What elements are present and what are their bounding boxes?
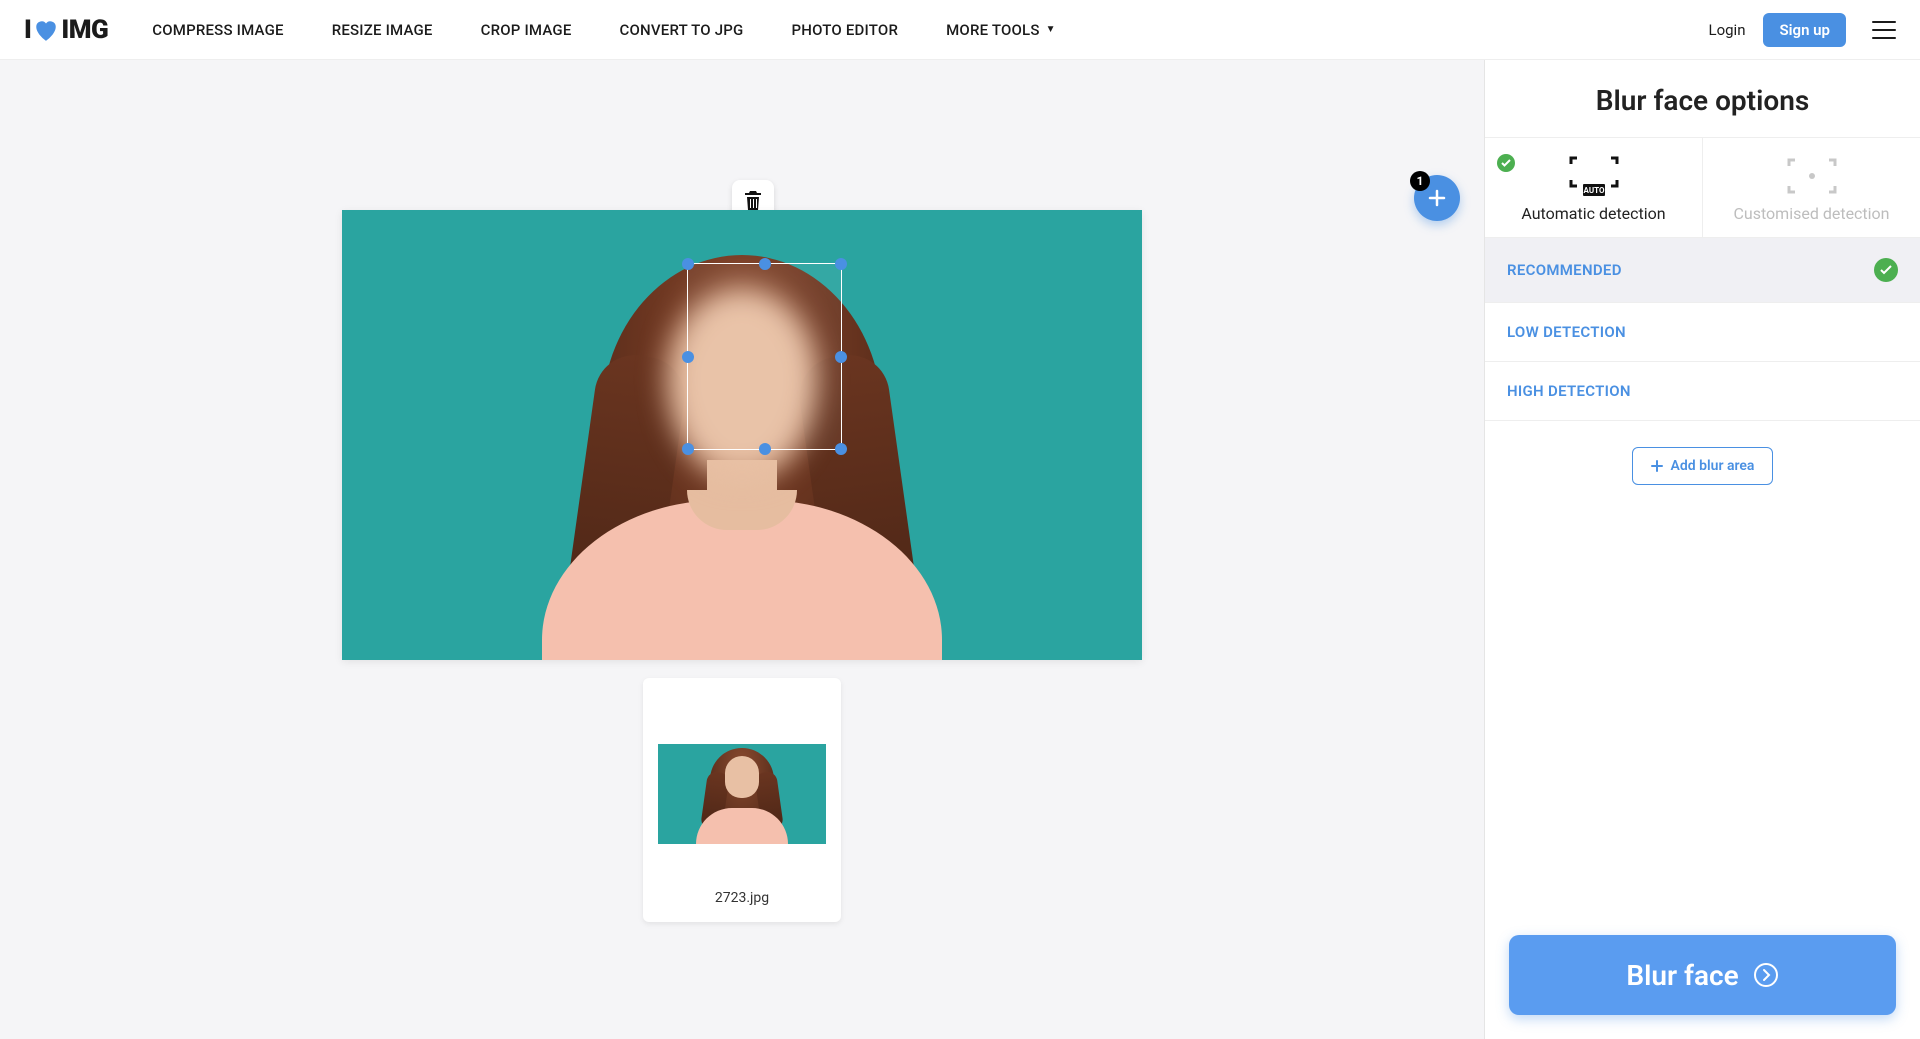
nav-resize[interactable]: RESIZE IMAGE: [332, 21, 433, 39]
options-sidebar: Blur face options AUTO Automatic detecti…: [1484, 60, 1920, 1039]
resize-handle-mr[interactable]: [835, 351, 847, 363]
resize-handle-tc[interactable]: [759, 258, 771, 270]
auto-detection-icon: AUTO: [1485, 156, 1702, 196]
chevron-down-icon: ▼: [1046, 24, 1056, 35]
sidebar-title: Blur face options: [1485, 60, 1920, 137]
svg-text:AUTO: AUTO: [1583, 186, 1604, 195]
tab-automatic-detection[interactable]: AUTO Automatic detection: [1485, 138, 1702, 237]
add-blur-area-button[interactable]: Add blur area: [1632, 447, 1774, 485]
heart-icon: [33, 18, 59, 42]
level-low-label: LOW DETECTION: [1507, 323, 1626, 341]
nav-more[interactable]: MORE TOOLS▼: [946, 21, 1056, 39]
trash-icon: [744, 191, 762, 211]
nav-convert[interactable]: CONVERT TO JPG: [620, 21, 744, 39]
nav-editor[interactable]: PHOTO EDITOR: [791, 21, 898, 39]
resize-handle-tr[interactable]: [835, 258, 847, 270]
level-low[interactable]: LOW DETECTION: [1485, 303, 1920, 362]
signup-button[interactable]: Sign up: [1763, 13, 1846, 47]
tab-custom-label: Customised detection: [1733, 204, 1889, 223]
plus-icon: [1426, 187, 1448, 209]
arrow-right-circle-icon: [1753, 962, 1779, 988]
level-high[interactable]: HIGH DETECTION: [1485, 362, 1920, 421]
level-recommended-label: RECOMMENDED: [1507, 261, 1622, 279]
image-preview[interactable]: [342, 210, 1142, 660]
logo-suffix: IMG: [61, 15, 108, 45]
resize-handle-bc[interactable]: [759, 443, 771, 455]
check-icon: [1497, 154, 1515, 172]
resize-handle-br[interactable]: [835, 443, 847, 455]
hamburger-menu-icon[interactable]: [1872, 21, 1896, 39]
thumbnail-filename: 2723.jpg: [653, 890, 831, 906]
nav-compress[interactable]: COMPRESS IMAGE: [152, 21, 283, 39]
blur-selection[interactable]: [687, 263, 842, 450]
blur-face-button[interactable]: Blur face: [1509, 935, 1896, 1015]
level-high-label: HIGH DETECTION: [1507, 382, 1631, 400]
logo[interactable]: I IMG: [24, 15, 108, 45]
detection-tabs: AUTO Automatic detection Customised dete…: [1485, 137, 1920, 238]
custom-detection-icon: [1703, 156, 1920, 196]
resize-handle-bl[interactable]: [682, 443, 694, 455]
add-image-button[interactable]: 1: [1414, 175, 1460, 221]
level-recommended[interactable]: RECOMMENDED: [1485, 238, 1920, 303]
check-icon: [1874, 258, 1898, 282]
main-nav: COMPRESS IMAGE RESIZE IMAGE CROP IMAGE C…: [152, 21, 1708, 39]
add-blur-label: Add blur area: [1671, 458, 1755, 474]
image-count-badge: 1: [1410, 171, 1430, 191]
canvas-area: 1: [0, 60, 1484, 1039]
nav-crop[interactable]: CROP IMAGE: [481, 21, 572, 39]
header: I IMG COMPRESS IMAGE RESIZE IMAGE CROP I…: [0, 0, 1920, 60]
process-label: Blur face: [1626, 959, 1738, 992]
logo-prefix: I: [24, 15, 31, 45]
resize-handle-tl[interactable]: [682, 258, 694, 270]
login-link[interactable]: Login: [1708, 21, 1745, 39]
tab-auto-label: Automatic detection: [1521, 204, 1665, 223]
header-right: Login Sign up: [1708, 13, 1896, 47]
resize-handle-ml[interactable]: [682, 351, 694, 363]
thumbnail-card[interactable]: 2723.jpg: [643, 678, 841, 922]
thumbnail-image: [658, 744, 826, 844]
tab-custom-detection[interactable]: Customised detection: [1702, 138, 1920, 237]
plus-icon: [1651, 460, 1663, 472]
